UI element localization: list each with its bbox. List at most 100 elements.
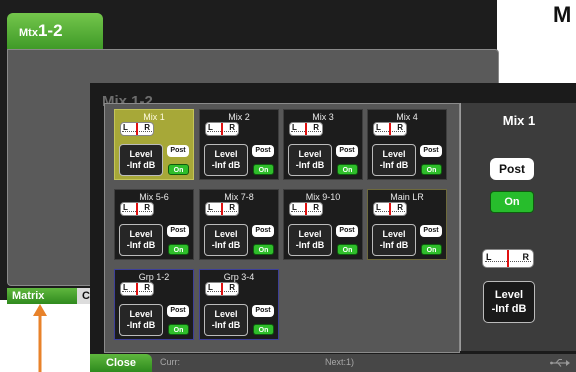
cell-pan-control[interactable]: LR <box>120 122 154 136</box>
cell-on-button[interactable]: On <box>253 324 274 335</box>
level-value: -Inf dB <box>126 240 156 250</box>
level-label: Level <box>129 149 153 159</box>
mix-cell[interactable]: Mix 9-10 L R Level -Inf dB Post On <box>283 189 363 260</box>
level-value: -Inf dB <box>211 160 241 170</box>
pan-right-label: R <box>144 203 150 212</box>
cell-name: Mix 5-6 <box>139 192 169 202</box>
cell-post-button[interactable]: Post <box>336 225 358 237</box>
mix-cell[interactable]: Mix 7-8 L R Level -Inf dB Post On <box>199 189 279 260</box>
cell-pan-control[interactable]: LR <box>289 122 323 136</box>
cell-level-button[interactable]: Level -Inf dB <box>372 224 416 256</box>
cell-on-button[interactable]: On <box>421 244 442 255</box>
cell-level-button[interactable]: Level -Inf dB <box>204 224 248 256</box>
mix-cell[interactable]: Mix 3 L R Level -Inf dB Post On <box>283 109 363 180</box>
pan-left-label: L <box>123 123 128 132</box>
pan-left-label: L <box>123 203 128 212</box>
pan-left-label: L <box>123 283 128 292</box>
cell-post-button[interactable]: Post <box>336 145 358 157</box>
pan-marker <box>136 123 138 135</box>
arrow-up-icon <box>33 304 47 372</box>
cell-name: Mix 4 <box>396 112 418 122</box>
level-label: Level <box>382 229 406 239</box>
pan-right-label: R <box>144 123 150 132</box>
cell-post-button[interactable]: Post <box>167 225 189 237</box>
pan-right-label: R <box>229 123 235 132</box>
cell-on-button[interactable]: On <box>168 164 189 175</box>
cell-pan-control[interactable]: LR <box>373 122 407 136</box>
cell-post-button[interactable]: Post <box>252 225 274 237</box>
cell-post-button[interactable]: Post <box>167 145 189 157</box>
panel-level-label: Level <box>494 289 524 301</box>
pan-left-label: L <box>208 283 213 292</box>
panel-on-button[interactable]: On <box>490 191 534 213</box>
cell-level-button[interactable]: Level -Inf dB <box>288 224 332 256</box>
mix-cell[interactable]: Main LR L R Level -Inf dB Post On <box>367 189 447 260</box>
cell-level-button[interactable]: Level -Inf dB <box>204 304 248 336</box>
cell-on-button[interactable]: On <box>421 164 442 175</box>
back-tab-prefix: Mtx <box>19 27 38 39</box>
panel-post-button[interactable]: Post <box>490 158 534 180</box>
mix-cell[interactable]: Grp 3-4 L R Level -Inf dB Post On <box>199 269 279 340</box>
cell-pan-control[interactable]: LR <box>373 202 407 216</box>
mix-cell[interactable]: Mix 1 L R Level -Inf dB Post On <box>114 109 194 180</box>
pan-marker <box>305 123 307 135</box>
cell-on-button[interactable]: On <box>253 244 274 255</box>
cell-post-button[interactable]: Post <box>252 305 274 317</box>
pan-right-label: R <box>522 252 530 262</box>
panel-level-button[interactable]: Level -Inf dB <box>483 281 535 323</box>
cell-name: Grp 1-2 <box>138 272 170 282</box>
mix-cell[interactable]: Mix 2 L R Level -Inf dB Post On <box>199 109 279 180</box>
cell-level-button[interactable]: Level -Inf dB <box>119 224 163 256</box>
cell-name: Mix 3 <box>312 112 334 122</box>
cell-pan-control[interactable]: LR <box>205 202 239 216</box>
panel-level-value: -Inf dB <box>491 303 527 315</box>
cell-name: Main LR <box>390 192 424 202</box>
mix-cell[interactable]: Grp 1-2 L R Level -Inf dB Post On <box>114 269 194 340</box>
level-value: -Inf dB <box>379 240 409 250</box>
level-value: -Inf dB <box>211 240 241 250</box>
cell-on-button[interactable]: On <box>168 244 189 255</box>
cell-post-button[interactable]: Post <box>420 225 442 237</box>
pan-right-label: R <box>144 283 150 292</box>
back-window-tab[interactable]: Mtx1-2 <box>7 13 103 49</box>
cell-post-button[interactable]: Post <box>167 305 189 317</box>
cell-level-button[interactable]: Level -Inf dB <box>288 144 332 176</box>
cell-level-button[interactable]: Level -Inf dB <box>119 144 163 176</box>
mix-cell[interactable]: Mix 4 L R Level -Inf dB Post On <box>367 109 447 180</box>
level-label: Level <box>382 149 406 159</box>
close-button[interactable]: Close <box>90 354 152 372</box>
cell-pan-control[interactable]: LR <box>289 202 323 216</box>
pan-marker <box>136 283 138 295</box>
pan-right-label: R <box>229 203 235 212</box>
pan-marker <box>389 123 391 135</box>
cell-post-button[interactable]: Post <box>252 145 274 157</box>
cell-on-button[interactable]: On <box>253 164 274 175</box>
next-scene-label: Next:1) <box>325 357 355 367</box>
cell-on-button[interactable]: On <box>337 164 358 175</box>
pan-right-label: R <box>313 123 319 132</box>
current-scene-label: Curr: <box>160 357 180 367</box>
cell-name: Mix 1 <box>143 112 165 122</box>
cell-on-button[interactable]: On <box>337 244 358 255</box>
level-label: Level <box>298 229 322 239</box>
cell-level-button[interactable]: Level -Inf dB <box>372 144 416 176</box>
cell-pan-control[interactable]: LR <box>205 122 239 136</box>
mix-cell[interactable]: Mix 5-6 L R Level -Inf dB Post On <box>114 189 194 260</box>
pan-marker <box>507 250 509 267</box>
pan-marker <box>221 283 223 295</box>
pan-left-label: L <box>376 123 381 132</box>
cell-pan-control[interactable]: LR <box>120 202 154 216</box>
pan-right-label: R <box>229 283 235 292</box>
pan-left-label: L <box>292 123 297 132</box>
level-label: Level <box>214 149 238 159</box>
cell-on-button[interactable]: On <box>168 324 189 335</box>
cell-level-button[interactable]: Level -Inf dB <box>204 144 248 176</box>
tab-matrix-view[interactable]: Matrix View <box>7 288 77 318</box>
cell-post-button[interactable]: Post <box>420 145 442 157</box>
level-value: -Inf dB <box>126 160 156 170</box>
level-value: -Inf dB <box>126 320 156 330</box>
cell-pan-control[interactable]: LR <box>120 282 154 296</box>
cell-pan-control[interactable]: LR <box>205 282 239 296</box>
cell-level-button[interactable]: Level -Inf dB <box>119 304 163 336</box>
panel-pan-control[interactable]: L R <box>482 249 534 268</box>
